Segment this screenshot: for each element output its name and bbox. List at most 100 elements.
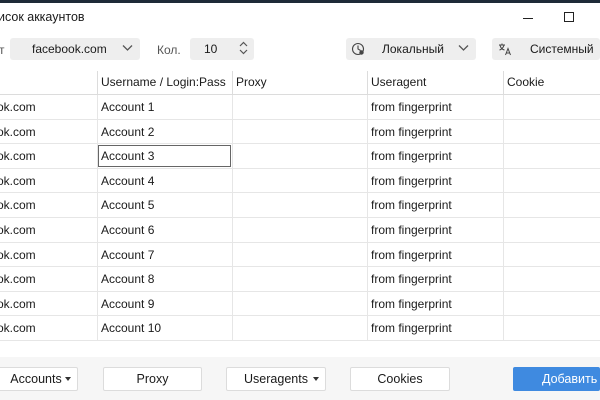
cell-divider (367, 119, 368, 145)
cell-account[interactable]: Account 5 (101, 193, 154, 217)
cell-divider (503, 168, 504, 194)
cell-divider (367, 95, 368, 120)
cell-divider (97, 218, 98, 243)
column-divider[interactable] (97, 71, 98, 94)
site-value: facebook.com (32, 42, 107, 56)
cell-useragent[interactable]: from fingerprint (371, 95, 452, 119)
cell-site[interactable]: ok.com (0, 169, 36, 193)
maximize-icon (564, 12, 574, 22)
table-row[interactable]: ok.com Account 5 from fingerprint (0, 193, 600, 218)
cell-divider (232, 168, 233, 194)
cell-site[interactable]: ok.com (0, 267, 36, 291)
cell-divider (232, 95, 233, 120)
cell-useragent[interactable]: from fingerprint (371, 120, 452, 144)
language-value: Системный (530, 42, 594, 56)
cell-useragent[interactable]: from fingerprint (371, 292, 452, 316)
proxy-button[interactable]: Proxy (103, 367, 202, 391)
cell-divider (367, 316, 368, 341)
add-button-label: Добавить (542, 372, 598, 386)
cell-divider (503, 119, 504, 145)
cell-divider (503, 144, 504, 169)
cell-account[interactable]: Account 1 (101, 95, 154, 119)
cell-useragent[interactable]: from fingerprint (371, 243, 452, 267)
cookies-button-label: Cookies (377, 372, 423, 386)
cell-divider (367, 291, 368, 317)
cell-account[interactable]: Account 8 (101, 267, 154, 291)
cell-useragent[interactable]: from fingerprint (371, 267, 452, 291)
cell-site[interactable]: ok.com (0, 316, 36, 340)
cell-account[interactable]: Account 6 (101, 218, 154, 242)
cell-divider (232, 267, 233, 292)
maximize-button[interactable] (558, 6, 580, 28)
cell-site[interactable]: ok.com (0, 120, 36, 144)
cell-divider (97, 119, 98, 145)
language-dropdown[interactable]: Системный (492, 38, 600, 60)
cell-divider (232, 291, 233, 317)
cell-useragent[interactable]: from fingerprint (371, 218, 452, 242)
cell-divider (503, 267, 504, 292)
chevron-down-icon (458, 45, 469, 51)
cell-divider (367, 242, 368, 268)
cell-useragent[interactable]: from fingerprint (371, 193, 452, 217)
cell-account-editing[interactable]: Account 3 (98, 145, 231, 168)
cell-site[interactable]: ok.com (0, 292, 36, 316)
column-header-proxy[interactable]: Proxy (236, 71, 267, 94)
translate-icon (499, 43, 511, 56)
cell-site[interactable]: ok.com (0, 243, 36, 267)
table-row[interactable]: ok.com Account 1 from fingerprint (0, 95, 600, 120)
table-row[interactable]: ok.com Account 10 from fingerprint (0, 316, 600, 341)
stepper-down-icon[interactable] (239, 49, 248, 55)
column-divider[interactable] (232, 71, 233, 94)
cell-account[interactable]: Account 10 (101, 316, 161, 340)
proxy-globe-icon (351, 42, 365, 56)
table-row[interactable]: ok.com Account 8 from fingerprint (0, 267, 600, 292)
column-divider[interactable] (503, 71, 504, 94)
cell-divider (367, 267, 368, 292)
cell-divider (232, 193, 233, 218)
useragents-menu-button[interactable]: Useragents (226, 367, 326, 391)
row-divider (0, 339, 600, 341)
proxy-mode-dropdown[interactable]: Локальный (346, 38, 476, 60)
cell-divider (503, 291, 504, 317)
cell-divider (232, 119, 233, 145)
cell-useragent[interactable]: from fingerprint (371, 144, 452, 168)
cell-useragent[interactable]: from fingerprint (371, 316, 452, 340)
cookies-button[interactable]: Cookies (350, 367, 450, 391)
count-stepper[interactable]: 10 (190, 38, 254, 60)
site-dropdown[interactable]: facebook.com (10, 38, 140, 60)
cell-useragent[interactable]: from fingerprint (371, 169, 452, 193)
cell-account[interactable]: Account 2 (101, 120, 154, 144)
cell-site[interactable]: ok.com (0, 95, 36, 119)
table-row[interactable]: ok.com Account 3 from fingerprint (0, 144, 600, 169)
cell-divider (97, 316, 98, 341)
table-row[interactable]: ok.com Account 7 from fingerprint (0, 242, 600, 268)
cell-divider (503, 242, 504, 268)
add-button[interactable]: Добавить (513, 367, 600, 391)
proxy-mode-value: Локальный (382, 42, 444, 56)
table-row[interactable]: ok.com Account 4 from fingerprint (0, 168, 600, 194)
table-row[interactable]: ok.com Account 6 from fingerprint (0, 218, 600, 243)
count-value: 10 (204, 42, 218, 56)
table-row[interactable]: ok.com Account 9 from fingerprint (0, 291, 600, 317)
cell-divider (503, 218, 504, 243)
cell-divider (503, 95, 504, 120)
cell-divider (232, 144, 233, 169)
cell-site[interactable]: ok.com (0, 144, 36, 168)
cell-divider (367, 218, 368, 243)
cell-site[interactable]: ok.com (0, 193, 36, 217)
column-header-useragent[interactable]: Useragent (371, 71, 426, 94)
accounts-menu-button[interactable]: Accounts (0, 367, 78, 391)
column-header-cookie[interactable]: Cookie (507, 71, 544, 94)
cell-account[interactable]: Account 7 (101, 243, 154, 267)
column-header-username[interactable]: Username / Login:Pass (101, 71, 226, 94)
stepper-up-icon[interactable] (239, 41, 248, 47)
window-title: исок аккаунтов (0, 10, 85, 24)
useragents-button-label: Useragents (244, 372, 308, 386)
cell-site[interactable]: ok.com (0, 218, 36, 242)
cell-account[interactable]: Account 4 (101, 169, 154, 193)
table-row[interactable]: ok.com Account 2 from fingerprint (0, 119, 600, 145)
site-label: т (0, 43, 5, 57)
column-divider[interactable] (367, 71, 368, 94)
cell-account[interactable]: Account 9 (101, 292, 154, 316)
minimize-button[interactable] (517, 6, 539, 28)
